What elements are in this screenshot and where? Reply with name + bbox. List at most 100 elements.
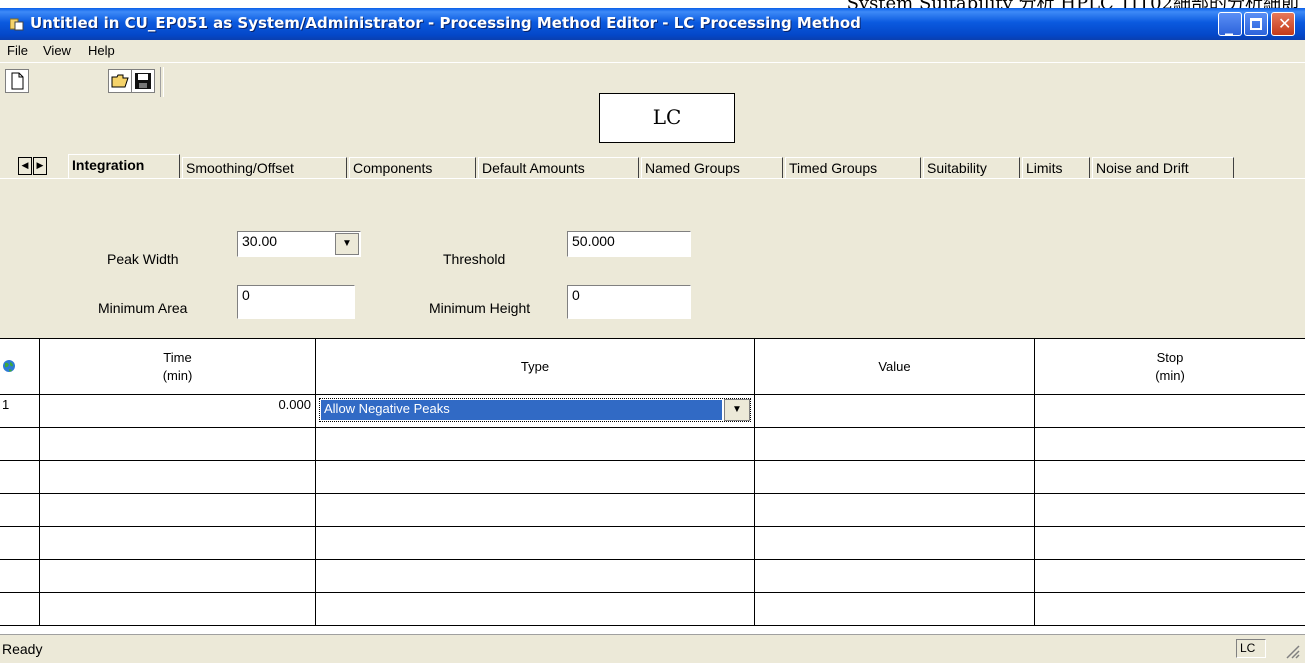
- stop-cell[interactable]: [1035, 527, 1305, 559]
- table-row[interactable]: [0, 494, 1305, 527]
- type-cell[interactable]: [316, 593, 755, 625]
- minimum-area-value: 0: [242, 287, 250, 303]
- row-number-cell: [0, 494, 40, 526]
- minimize-icon: _: [1225, 16, 1233, 35]
- minimum-height-input[interactable]: 0: [567, 285, 691, 319]
- type-cell[interactable]: [316, 494, 755, 526]
- tab-components[interactable]: Components: [349, 157, 476, 178]
- table-row[interactable]: 1 0.000 Allow Negative Peaks ▼: [0, 395, 1305, 428]
- time-cell[interactable]: [40, 593, 316, 625]
- open-folder-icon: [111, 74, 129, 88]
- peak-width-label: Peak Width: [107, 251, 179, 267]
- maximize-button[interactable]: [1244, 12, 1268, 36]
- header-stop[interactable]: Stop (min): [1035, 339, 1305, 395]
- header-stop-line2: (min): [1155, 367, 1185, 383]
- value-cell[interactable]: [755, 593, 1035, 625]
- stop-cell[interactable]: [1035, 494, 1305, 526]
- menu-file[interactable]: File: [7, 43, 28, 58]
- open-button[interactable]: [108, 69, 132, 93]
- header-time-line2: (min): [162, 367, 193, 383]
- peak-width-value: 30.00: [242, 233, 278, 249]
- row-number-cell: [0, 593, 40, 625]
- type-dropdown[interactable]: Allow Negative Peaks ▼: [319, 398, 751, 422]
- tab-named-groups[interactable]: Named Groups: [641, 157, 783, 178]
- minimum-height-label: Minimum Height: [429, 300, 531, 316]
- type-dropdown-button[interactable]: ▼: [724, 399, 750, 421]
- minimum-area-input[interactable]: 0: [237, 285, 355, 319]
- tab-suitability[interactable]: Suitability: [923, 157, 1020, 178]
- time-cell[interactable]: [40, 494, 316, 526]
- tab-integration[interactable]: Integration: [68, 154, 180, 179]
- new-button[interactable]: [5, 69, 29, 93]
- peak-width-combo[interactable]: 30.00 ▼: [237, 231, 361, 257]
- stop-cell[interactable]: [1035, 428, 1305, 460]
- left-arrow-icon: ◀: [21, 161, 29, 171]
- grid-corner[interactable]: [0, 339, 40, 395]
- stop-cell[interactable]: [1035, 560, 1305, 592]
- tab-limits[interactable]: Limits: [1022, 157, 1090, 178]
- time-cell[interactable]: [40, 560, 316, 592]
- tab-strip: ◀ ▶ Integration Smoothing/Offset Compone…: [0, 154, 1305, 179]
- type-cell[interactable]: [316, 461, 755, 493]
- header-time-line1: Time: [163, 349, 192, 365]
- stop-cell[interactable]: [1035, 593, 1305, 625]
- row-number-cell: [0, 527, 40, 559]
- close-icon: ✕: [1278, 14, 1292, 33]
- header-time[interactable]: Time (min): [40, 339, 316, 395]
- value-cell[interactable]: [755, 461, 1035, 493]
- header-value-text: Value: [878, 358, 911, 374]
- tab-timed-groups[interactable]: Timed Groups: [785, 157, 921, 178]
- tab-default-amounts[interactable]: Default Amounts: [478, 157, 639, 178]
- minimum-area-label: Minimum Area: [98, 300, 188, 316]
- row-number-cell: [0, 428, 40, 460]
- background-document-text: System Suitability 分析 HPLC 1IT02細部的分析細節: [847, 0, 1299, 8]
- tab-smoothing-offset[interactable]: Smoothing/Offset: [182, 157, 347, 178]
- value-cell[interactable]: [755, 395, 1035, 427]
- threshold-value: 50.000: [572, 233, 615, 249]
- tab-scroll-right[interactable]: ▶: [33, 157, 47, 175]
- header-type-text: Type: [520, 358, 550, 374]
- maximize-icon: [1250, 18, 1262, 30]
- stop-cell[interactable]: [1035, 395, 1305, 427]
- chevron-down-icon: ▼: [342, 238, 352, 249]
- menu-view[interactable]: View: [43, 43, 71, 58]
- save-disk-icon: [135, 73, 151, 89]
- type-cell[interactable]: [316, 527, 755, 559]
- time-cell[interactable]: [40, 428, 316, 460]
- tab-scroll-left[interactable]: ◀: [18, 157, 32, 175]
- minimize-button[interactable]: _: [1218, 12, 1242, 36]
- type-cell[interactable]: Allow Negative Peaks ▼: [316, 395, 755, 427]
- value-cell[interactable]: [755, 527, 1035, 559]
- type-selected-value: Allow Negative Peaks: [321, 400, 722, 420]
- threshold-input[interactable]: 50.000: [567, 231, 691, 257]
- resize-grip-icon[interactable]: [1284, 643, 1300, 659]
- value-cell[interactable]: [755, 494, 1035, 526]
- value-cell[interactable]: [755, 560, 1035, 592]
- header-type[interactable]: Type: [316, 339, 755, 395]
- tab-noise-and-drift[interactable]: Noise and Drift: [1092, 157, 1234, 178]
- save-button[interactable]: [131, 69, 155, 93]
- table-row[interactable]: [0, 527, 1305, 560]
- stop-cell[interactable]: [1035, 461, 1305, 493]
- toolbar-separator: [160, 67, 164, 97]
- time-cell[interactable]: [40, 461, 316, 493]
- row-number-cell: [0, 560, 40, 592]
- title-bar[interactable]: Untitled in CU_EP051 as System/Administr…: [0, 8, 1305, 40]
- table-row[interactable]: [0, 428, 1305, 461]
- table-row[interactable]: [0, 560, 1305, 593]
- table-row[interactable]: [0, 461, 1305, 494]
- type-cell[interactable]: [316, 560, 755, 592]
- type-cell[interactable]: [316, 428, 755, 460]
- menu-help[interactable]: Help: [88, 43, 115, 58]
- time-cell[interactable]: 0.000: [40, 395, 316, 427]
- value-cell[interactable]: [755, 428, 1035, 460]
- peak-width-dropdown-button[interactable]: ▼: [335, 233, 359, 255]
- window-title: Untitled in CU_EP051 as System/Administr…: [30, 14, 861, 32]
- globe-icon: [3, 360, 15, 372]
- tab-baseline: [0, 178, 1305, 179]
- header-value[interactable]: Value: [755, 339, 1035, 395]
- table-row[interactable]: [0, 593, 1305, 626]
- close-button[interactable]: ✕: [1271, 12, 1295, 36]
- minimum-height-value: 0: [572, 287, 580, 303]
- time-cell[interactable]: [40, 527, 316, 559]
